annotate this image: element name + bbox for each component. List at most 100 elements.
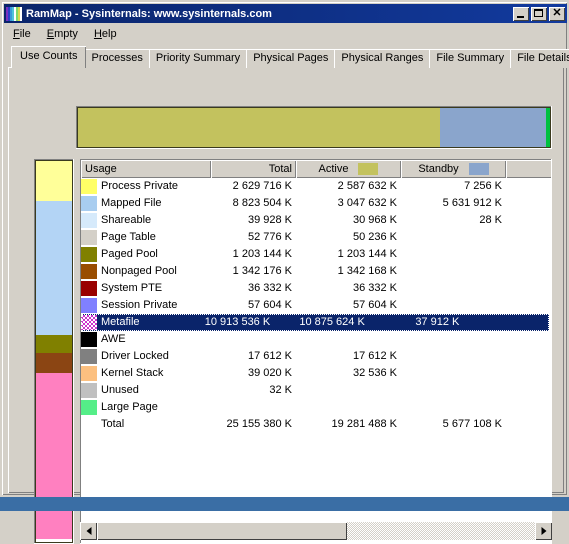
row-color-swatch <box>81 196 97 211</box>
cell-active: 17 612 K <box>352 350 397 362</box>
cell-total: 57 604 K <box>247 299 292 311</box>
tab-physical-pages[interactable]: Physical Pages <box>246 49 336 68</box>
usecount-segment-nonpaged-pool <box>36 353 72 374</box>
table-row[interactable]: Driver Locked 17 612 K 17 612 K <box>81 348 551 365</box>
tab-processes[interactable]: Processes <box>84 49 150 68</box>
row-color-swatch <box>81 298 97 313</box>
row-usage-label: Page Table <box>101 231 156 243</box>
table-row[interactable]: System PTE 36 332 K 36 332 K <box>81 280 551 297</box>
row-color-swatch <box>81 213 97 228</box>
cell-active: 32 536 K <box>352 367 397 379</box>
table-row[interactable]: AWE <box>81 331 551 348</box>
window-controls: ✕ <box>513 6 565 21</box>
menu-item-empty[interactable]: Empty <box>39 27 86 41</box>
table-row[interactable]: Mapped File 8 823 504 K 3 047 632 K 5 631 9… <box>81 195 551 212</box>
cell-active: 2 587 632 K <box>337 180 397 192</box>
cell-total: 2 629 716 K <box>232 180 292 192</box>
maximize-button[interactable] <box>531 6 547 21</box>
memory-segment-free <box>546 108 550 147</box>
tab-physical-ranges[interactable]: Physical Ranges <box>334 49 431 68</box>
table-row[interactable]: Nonpaged Pool 1 342 176 K 1 342 168 K <box>81 263 551 280</box>
tab-label: File Summary <box>436 52 505 64</box>
scrollbar-thumb[interactable] <box>97 522 347 540</box>
memory-summary-bar <box>77 107 551 148</box>
cell-total: 39 020 K <box>247 367 292 379</box>
table-row[interactable]: Shareable 39 928 K 30 968 K 28 K <box>81 212 551 229</box>
table-row[interactable]: Total 25 155 380 K 19 281 488 K 5 677 108 K… <box>81 416 551 433</box>
tab-label: Use Counts <box>20 50 78 62</box>
table-row[interactable]: Page Table 52 776 K 50 236 K <box>81 229 551 246</box>
title-bar: RamMap - Sysinternals: www.sysinternals.… <box>4 4 567 23</box>
close-button[interactable]: ✕ <box>549 6 565 21</box>
row-usage-label: System PTE <box>101 282 163 294</box>
horizontal-scrollbar[interactable] <box>80 522 552 540</box>
cell-total: 8 823 504 K <box>232 197 292 209</box>
tab-file-details[interactable]: File Details <box>510 49 569 68</box>
table-row[interactable]: Kernel Stack 39 020 K 32 536 K <box>81 365 551 382</box>
cell-usage: Process Private <box>81 178 211 195</box>
cell-total: 39 928 K <box>247 214 292 226</box>
row-color-swatch <box>81 383 97 398</box>
column-header-total[interactable]: Total <box>211 160 296 178</box>
tab-label: Processes <box>91 52 143 64</box>
cell-standby: 37 912 K <box>415 316 460 328</box>
usecount-stack-bar <box>35 160 73 543</box>
cell-usage: Shareable <box>81 212 211 229</box>
cell-active: 57 604 K <box>352 299 397 311</box>
close-icon: ✕ <box>552 6 562 19</box>
scroll-left-arrow-icon[interactable] <box>80 522 97 540</box>
row-usage-label: Kernel Stack <box>101 367 164 379</box>
row-usage-label: Mapped File <box>101 197 162 209</box>
scrollbar-track[interactable] <box>97 522 535 540</box>
row-usage-label: Unused <box>101 384 139 396</box>
menu-item-file[interactable]: File <box>5 27 39 41</box>
usecount-stack-chart <box>34 159 74 544</box>
column-header-standby[interactable]: Standby <box>401 160 506 178</box>
cell-total: 17 612 K <box>247 350 292 362</box>
cell-total: 10 913 536 K <box>204 316 271 328</box>
row-usage-label: Session Private <box>101 299 178 311</box>
cell-active: 1 203 144 K <box>337 248 397 260</box>
tab-priority-summary[interactable]: Priority Summary <box>148 49 248 68</box>
row-usage-label: Nonpaged Pool <box>101 265 177 277</box>
tab-control: Use Counts Processes Priority Summary Ph… <box>8 46 569 544</box>
cell-usage: Nonpaged Pool <box>81 263 211 280</box>
row-color-swatch <box>81 349 97 364</box>
row-color-swatch <box>81 264 97 279</box>
table-row[interactable]: Paged Pool 1 203 144 K 1 203 144 K <box>81 246 551 263</box>
usecount-segment-paged-pool <box>36 334 72 353</box>
table-row[interactable]: Process Private 2 629 716 K 2 587 632 K 7 2… <box>81 178 551 195</box>
menu-item-help[interactable]: Help <box>86 27 125 41</box>
table-row[interactable]: Large Page <box>81 399 551 416</box>
table-row[interactable]: Unused 32 K <box>81 382 551 399</box>
use-counts-listview[interactable]: Usage Total Active Standby Modified Process … <box>80 159 552 544</box>
cell-total: 25 155 380 K <box>226 418 292 430</box>
cell-standby: 28 K <box>479 214 502 226</box>
cell-usage: Mapped File <box>81 195 211 212</box>
column-header-label: Standby <box>418 162 459 175</box>
column-header-modified[interactable]: Modified <box>506 160 551 178</box>
minimize-button[interactable] <box>513 6 529 21</box>
tab-label: Physical Ranges <box>341 52 424 64</box>
cell-total: 1 342 176 K <box>232 265 292 277</box>
cell-usage: AWE <box>81 331 211 348</box>
cell-standby: 7 256 K <box>464 180 502 192</box>
row-color-swatch <box>81 366 97 381</box>
tab-use-counts[interactable]: Use Counts <box>11 46 87 68</box>
tab-label: Physical Pages <box>253 52 329 64</box>
usecount-segment-metafile <box>36 373 72 539</box>
column-header-active[interactable]: Active <box>296 160 401 178</box>
table-row[interactable]: Metafile 10 913 536 K 10 875 624 K 37 912 K <box>81 314 549 331</box>
column-header-usage[interactable]: Usage <box>81 160 211 178</box>
table-row[interactable]: Session Private 57 604 K 57 604 K <box>81 297 551 314</box>
memory-segment-active <box>78 108 440 147</box>
row-color-swatch <box>81 230 97 245</box>
tab-file-summary[interactable]: File Summary <box>429 49 512 68</box>
cell-usage: Unused <box>81 382 211 399</box>
cell-usage: Total <box>81 416 211 433</box>
cell-active: 19 281 488 K <box>331 418 397 430</box>
row-color-swatch <box>81 315 97 330</box>
cell-usage: Driver Locked <box>81 348 211 365</box>
tab-label: Priority Summary <box>155 52 241 64</box>
scroll-right-arrow-icon[interactable] <box>535 522 552 540</box>
